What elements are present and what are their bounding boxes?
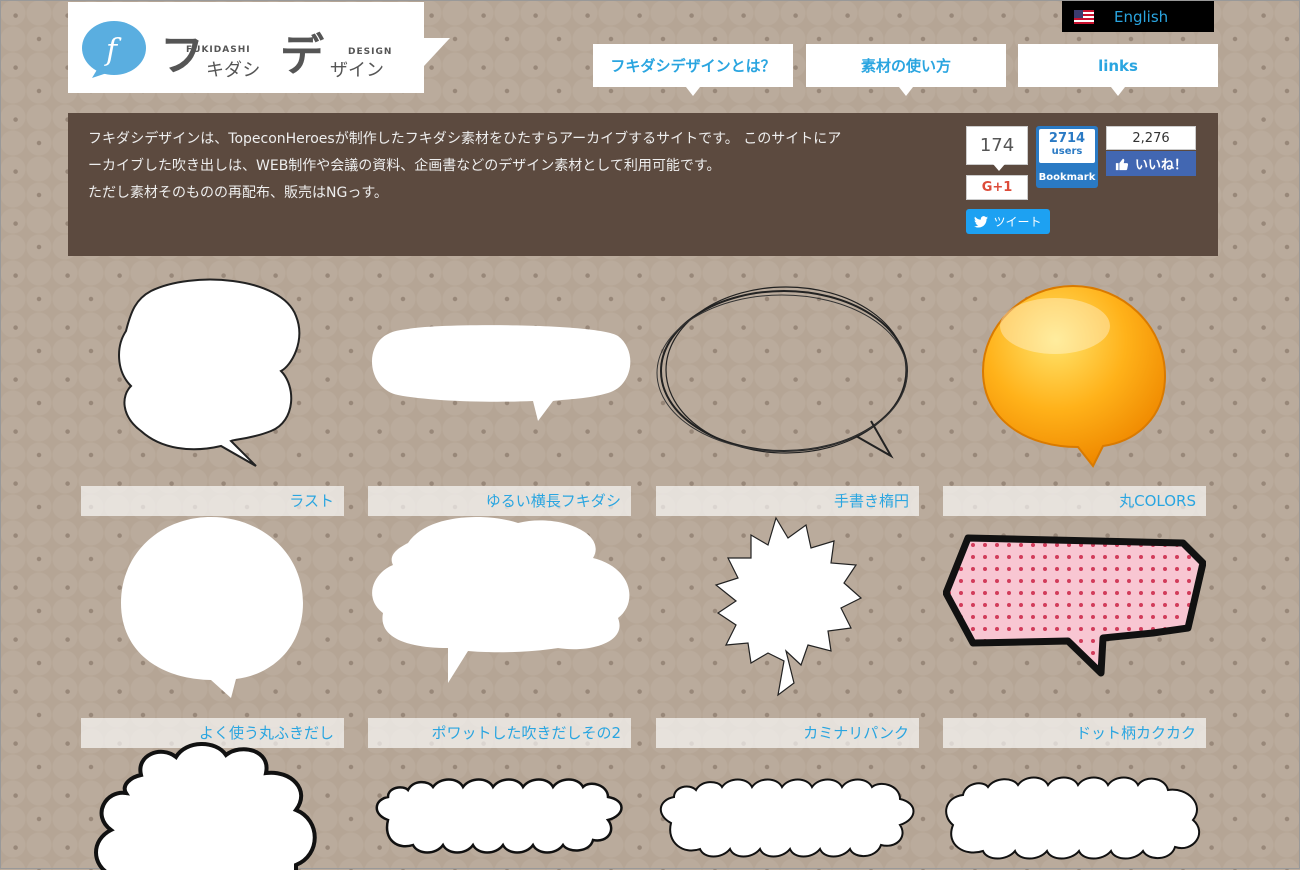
intro-line-1: フキダシデザインは、TopeconHeroesが制作したフキダシ素材をひたすらア… [88, 131, 842, 147]
hatena-label: Bookmark [1038, 172, 1096, 183]
language-label: English [1114, 7, 1169, 26]
tweet-label: ツイート [993, 215, 1042, 229]
intro-line-2: ーカイブした吹き出しは、WEB制作や会議の資料、企画書などのデザイン素材として利… [88, 158, 721, 174]
nav-about-label: フキダシデザインとは？ [610, 57, 776, 75]
fb-like-button[interactable]: いいね！ [1106, 151, 1196, 176]
logo-text-fu: フ [160, 30, 204, 81]
hatena-unit: users [1051, 146, 1083, 157]
balloon-item[interactable] [656, 735, 919, 870]
tweet-button[interactable]: ツイート [966, 209, 1050, 234]
logo-graphic: f フ キダシ FUKIDASHI デ ザイン DESIGN [82, 21, 392, 81]
balloon-scalloped-image [945, 776, 1201, 860]
balloon-dotted-image [943, 534, 1206, 677]
balloon-fluffy-image [94, 742, 317, 870]
intro-panel: フキダシデザインは、TopeconHeroesが制作したフキダシ素材をひたすらア… [68, 113, 1218, 256]
hatena-count-box: 2714 users [1039, 129, 1095, 163]
balloon-item[interactable] [943, 735, 1206, 870]
balloon-round-image [121, 517, 303, 698]
balloon-spiky-image [714, 516, 863, 697]
nav-links-label: links [1098, 56, 1138, 75]
balloon-item[interactable]: ゆるい横長フキダシ [368, 271, 631, 516]
balloon-item[interactable]: 手書き楕円 [656, 271, 919, 516]
balloon-puffy-image [372, 517, 630, 683]
balloon-item[interactable]: ラスト [81, 271, 344, 516]
logo-sub-design: DESIGN [348, 47, 392, 57]
logo-tail [424, 38, 450, 66]
intro-text: フキダシデザインは、TopeconHeroesが制作したフキダシ素材をひたすらア… [88, 126, 908, 207]
nav-about[interactable]: フキダシデザインとは？ [593, 44, 793, 96]
us-flag-icon [1074, 9, 1094, 24]
logo-text-de: デ [280, 30, 325, 81]
logo-text-zain: ザイン [330, 60, 384, 81]
logo-text-kidashi: キダシ [206, 60, 260, 81]
share-count: 174 [966, 126, 1028, 171]
balloon-handdrawn-image [656, 286, 908, 459]
balloon-item[interactable]: カミナリパンク [656, 503, 919, 748]
balloon-scalloped-image [375, 778, 623, 854]
balloon-cloud-image [118, 278, 301, 467]
balloon-long-image [371, 325, 631, 421]
fb-count: 2,276 [1106, 126, 1196, 150]
thumbs-up-icon [1115, 158, 1129, 170]
balloon-item[interactable] [368, 735, 631, 870]
language-switch[interactable]: English [1062, 1, 1214, 32]
balloon-item[interactable] [81, 735, 344, 870]
balloon-item[interactable]: ドット柄カクカク [943, 503, 1206, 748]
balloon-item[interactable]: 丸COLORS [943, 271, 1206, 516]
site-logo[interactable]: f フ キダシ FUKIDASHI デ ザイン DESIGN [68, 2, 424, 93]
nav-usage-label: 素材の使い方 [860, 57, 951, 75]
twitter-bird-icon [974, 215, 989, 228]
logo-sub-fukidashi: FUKIDASHI [186, 45, 251, 55]
hatena-bookmark-button[interactable]: 2714 users Bookmark [1036, 126, 1098, 188]
intro-line-3: ただし素材そのものの再配布、販売はNGっす。 [88, 185, 388, 201]
hatena-count: 2714 [1048, 131, 1086, 146]
nav-usage[interactable]: 素材の使い方 [806, 44, 1006, 96]
gplus-button[interactable]: G+1 [966, 175, 1028, 200]
fb-like-label: いいね！ [1134, 158, 1187, 173]
nav-links[interactable]: links [1018, 44, 1218, 96]
balloon-orange-image [981, 284, 1167, 468]
balloon-item[interactable]: ポワットした吹きだしその2 [368, 503, 631, 748]
balloon-item[interactable]: よく使う丸ふきだし [81, 503, 344, 748]
balloon-scalloped-image [659, 778, 915, 858]
